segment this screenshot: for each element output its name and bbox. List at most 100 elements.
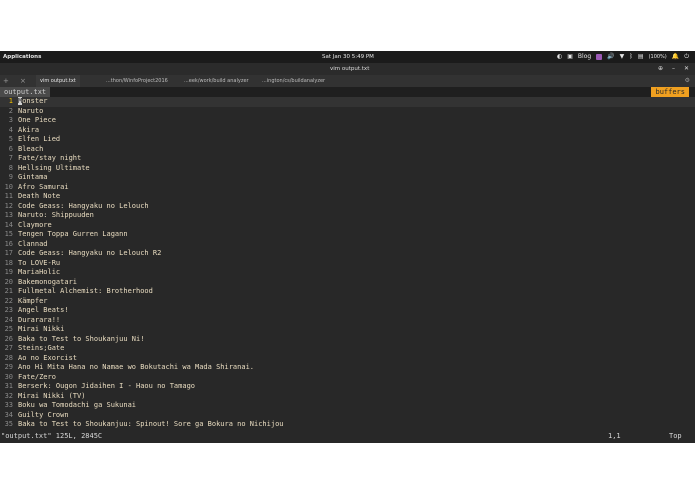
buffer-line[interactable]: 22 Kämpfer: [0, 297, 695, 307]
line-number: 28: [4, 353, 13, 362]
line-number: 26: [4, 334, 13, 343]
tab-build-analyzer-cs[interactable]: ...ington/cs/buildanalyzer: [258, 75, 329, 87]
wifi-icon[interactable]: ▼: [620, 53, 625, 61]
blog-label[interactable]: Blog: [578, 53, 591, 61]
line-text: Elfen Lied: [18, 135, 61, 143]
buffer-line[interactable]: 27 Steins;Gate: [0, 344, 695, 354]
vim-buffer[interactable]: 1 Monster 2 Naruto 3 One Piece 4 Akira 5 Elfen Li…: [0, 97, 695, 430]
buffer-line[interactable]: 12 Code Geass: Hangyaku no Lelouch: [0, 202, 695, 212]
buffer-line[interactable]: 34 Guilty Crown: [0, 411, 695, 421]
line-text: Boku wa Tomodachi ga Sukunai: [18, 401, 137, 409]
buffer-line[interactable]: 31 Berserk: Ougon Jidaihen I - Haou no Ta…: [0, 382, 695, 392]
app-square-icon[interactable]: [596, 54, 603, 60]
buffer-line[interactable]: 30 Fate/Zero: [0, 373, 695, 383]
new-tab-icon[interactable]: +: [3, 77, 9, 85]
crosshair-icon[interactable]: ⊕: [658, 65, 663, 72]
tab-vim-output[interactable]: vim output.txt: [36, 75, 80, 87]
window-title: vim output.txt: [330, 66, 370, 72]
buffer-line[interactable]: 15 Tengen Toppa Gurren Lagann: [0, 230, 695, 240]
buffer-line[interactable]: 9 Gintama: [0, 173, 695, 183]
line-text: MariaHolic: [18, 268, 61, 276]
line-number: 14: [4, 220, 13, 229]
buffer-line[interactable]: 33 Boku wa Tomodachi ga Sukunai: [0, 401, 695, 411]
cursor-position: 1,1: [608, 432, 621, 440]
buffer-line[interactable]: 4 Akira: [0, 126, 695, 136]
close-icon[interactable]: ✕: [684, 65, 689, 72]
window-titlebar: vim output.txt ⊕ – ✕: [0, 63, 695, 75]
line-number: 15: [4, 230, 13, 238]
line-text: Code Geass: Hangyaku no Lelouch R2: [18, 249, 162, 257]
line-number: 35: [4, 420, 13, 428]
applications-menu[interactable]: Applications: [3, 54, 41, 60]
line-text: Ano Hi Mita Hana no Namae wo Bokutachi w…: [18, 363, 255, 371]
line-number: 27: [4, 344, 13, 352]
buffer-line[interactable]: 1 Monster: [0, 97, 695, 107]
line-number: 18: [4, 258, 13, 267]
gear-icon[interactable]: ⚙: [685, 77, 690, 84]
line-number: 10: [4, 182, 13, 191]
buffer-line[interactable]: 13 Naruto: Shippuuden: [0, 211, 695, 221]
buffer-line[interactable]: 24 Durarara!!: [0, 316, 695, 326]
line-text: Tengen Toppa Gurren Lagann: [18, 230, 128, 238]
vim-file-tab[interactable]: output.txt: [0, 87, 51, 97]
line-text: To LOVE-Ru: [18, 258, 61, 267]
buffer-line[interactable]: 16 Clannad: [0, 240, 695, 250]
line-text: Naruto: [18, 106, 44, 115]
buffer-line[interactable]: 5 Elfen Lied: [0, 135, 695, 145]
line-number: 9: [8, 173, 13, 181]
text-cursor: M: [18, 97, 23, 105]
line-text: Berserk: Ougon Jidaihen I - Haou no Tama…: [18, 382, 196, 390]
circle-icon[interactable]: ◐: [557, 53, 562, 61]
line-number: 13: [4, 211, 13, 219]
display-icon[interactable]: ▣: [567, 53, 573, 61]
buffer-line[interactable]: 20 Bakemonogatari: [0, 278, 695, 288]
tab-build-analyzer-work[interactable]: ...eek/work/build analyzer: [180, 75, 253, 87]
tab-winfo-project[interactable]: ...thon/WinfoProject2016: [102, 75, 172, 87]
buffer-line[interactable]: 26 Baka to Test to Shoukanjuu Ni!: [0, 335, 695, 345]
line-number: 3: [8, 116, 13, 124]
close-tab-icon[interactable]: ×: [20, 77, 26, 85]
buffer-line[interactable]: 8 Hellsing Ultimate: [0, 164, 695, 174]
buffer-line[interactable]: 7 Fate/stay night: [0, 154, 695, 164]
line-text: Baka to Test to Shoukanjuu: Spinout! Sor…: [18, 420, 284, 428]
volume-icon[interactable]: 🔊: [607, 53, 614, 61]
buffer-line[interactable]: 32 Mirai Nikki (TV): [0, 392, 695, 402]
buffer-line[interactable]: 28 Ao no Exorcist: [0, 354, 695, 364]
buffer-line[interactable]: 21 Fullmetal Alchemist: Brotherhood: [0, 287, 695, 297]
buffer-line[interactable]: 23 Angel Beats!: [0, 306, 695, 316]
buffers-indicator: buffers: [651, 87, 689, 97]
line-text: Ao no Exorcist: [18, 353, 78, 362]
status-message: "output.txt" 125L, 2845C: [1, 432, 103, 440]
buffer-line[interactable]: 35 Baka to Test to Shoukanjuu: Spinout! S…: [0, 420, 695, 430]
buffer-line[interactable]: 2 Naruto: [0, 107, 695, 117]
line-text: Claymore: [18, 220, 52, 229]
line-text: Fullmetal Alchemist: Brotherhood: [18, 287, 153, 295]
line-number: 23: [4, 306, 13, 314]
scroll-position: Top: [669, 432, 682, 440]
buffer-line[interactable]: 18 To LOVE-Ru: [0, 259, 695, 269]
line-text: Fate/Zero: [18, 372, 56, 381]
clock[interactable]: Sat Jan 30 5:49 PM: [322, 54, 374, 60]
buffer-line[interactable]: 14 Claymore: [0, 221, 695, 231]
buffer-line[interactable]: 29 Ano Hi Mita Hana no Namae wo Bokutachi…: [0, 363, 695, 373]
bluetooth-icon[interactable]: ᛒ: [629, 53, 633, 61]
line-number: 6: [8, 144, 13, 153]
bell-icon[interactable]: 🔔: [672, 53, 679, 61]
vim-tabline: output.txt buffers: [0, 87, 695, 97]
clipboard-icon[interactable]: ▤: [638, 53, 644, 61]
line-text: Akira: [18, 125, 40, 134]
buffer-line[interactable]: 3 One Piece: [0, 116, 695, 126]
buffer-line[interactable]: 25 Mirai Nikki: [0, 325, 695, 335]
minimize-icon[interactable]: –: [672, 65, 675, 72]
battery-percent[interactable]: (100%): [649, 53, 667, 61]
buffer-line[interactable]: 10 Afro Samurai: [0, 183, 695, 193]
line-number: 25: [4, 325, 13, 333]
buffer-line[interactable]: 6 Bleach: [0, 145, 695, 155]
buffer-line[interactable]: 11 Death Note: [0, 192, 695, 202]
line-number: 1: [8, 97, 13, 105]
buffer-line[interactable]: 19 MariaHolic: [0, 268, 695, 278]
line-text: One Piece: [18, 116, 56, 124]
line-text: Fate/stay night: [18, 154, 82, 162]
power-icon[interactable]: ⏻: [684, 53, 689, 61]
buffer-line[interactable]: 17 Code Geass: Hangyaku no Lelouch R2: [0, 249, 695, 259]
